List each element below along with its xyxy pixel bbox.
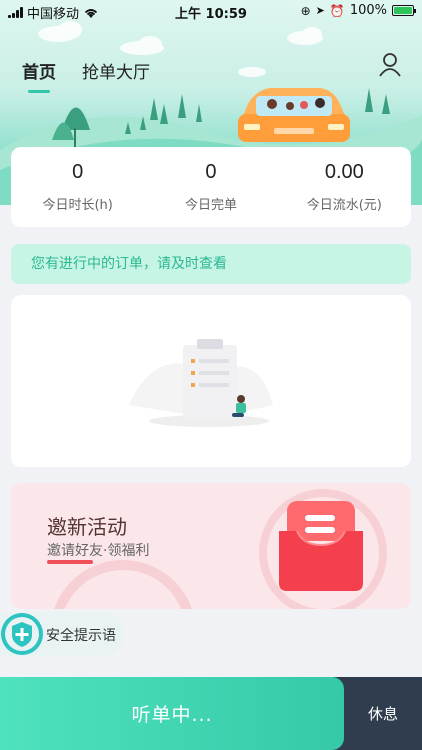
battery-icon — [392, 5, 416, 16]
stat-label: 今日流水(元) — [306, 198, 382, 213]
safety-tips-label: 安全提示语 — [46, 628, 116, 644]
user-icon[interactable] — [378, 52, 402, 78]
promo-underline — [47, 560, 93, 564]
order-list-card — [11, 295, 411, 467]
invite-promo-card[interactable]: 邀新活动 邀请好友·领福利 — [11, 483, 411, 609]
status-bar: 中国移动 上午 10:59 ⊕ ➤ ⏰ 100% — [0, 0, 422, 24]
shield-plus-icon — [1, 613, 43, 655]
today-stats-card: 0 今日时长(h) 0 今日完单 0.00 今日流水(元) — [11, 147, 411, 227]
stat-duration: 0 今日时长(h) — [11, 147, 144, 227]
listening-button[interactable]: 听单中... — [0, 677, 344, 750]
alarm-icon: ⏰ — [329, 3, 345, 18]
ongoing-order-notice[interactable]: 您有进行中的订单，请及时查看 — [11, 244, 411, 284]
stat-value: 0.00 — [324, 161, 364, 183]
stat-label: 今日时长(h) — [42, 198, 113, 213]
lock-rotation-icon: ⊕ — [300, 3, 311, 18]
promo-title: 邀新活动 — [47, 515, 127, 539]
bottom-action-bar: 休息 听单中... — [0, 677, 422, 750]
stat-revenue: 0.00 今日流水(元) — [278, 147, 411, 227]
empty-orders-illustration — [129, 339, 273, 427]
inbox-icon — [279, 501, 363, 591]
top-tabs: 首页 抢单大厅 — [22, 58, 150, 93]
stat-value: 0 — [205, 161, 217, 183]
car-illustration — [238, 88, 350, 142]
stat-label: 今日完单 — [184, 198, 237, 213]
rest-button[interactable]: 休息 — [332, 677, 422, 750]
safety-tips-button[interactable]: 安全提示语 — [0, 612, 124, 656]
stat-value: 0 — [72, 161, 84, 183]
promo-subtitle: 邀请好友·领福利 — [47, 543, 150, 559]
stat-completed: 0 今日完单 — [144, 147, 277, 227]
tab-order-hall[interactable]: 抢单大厅 — [82, 58, 150, 89]
tab-home[interactable]: 首页 — [22, 58, 56, 93]
location-icon: ➤ — [315, 4, 325, 17]
battery-percent: 100% — [349, 3, 387, 18]
